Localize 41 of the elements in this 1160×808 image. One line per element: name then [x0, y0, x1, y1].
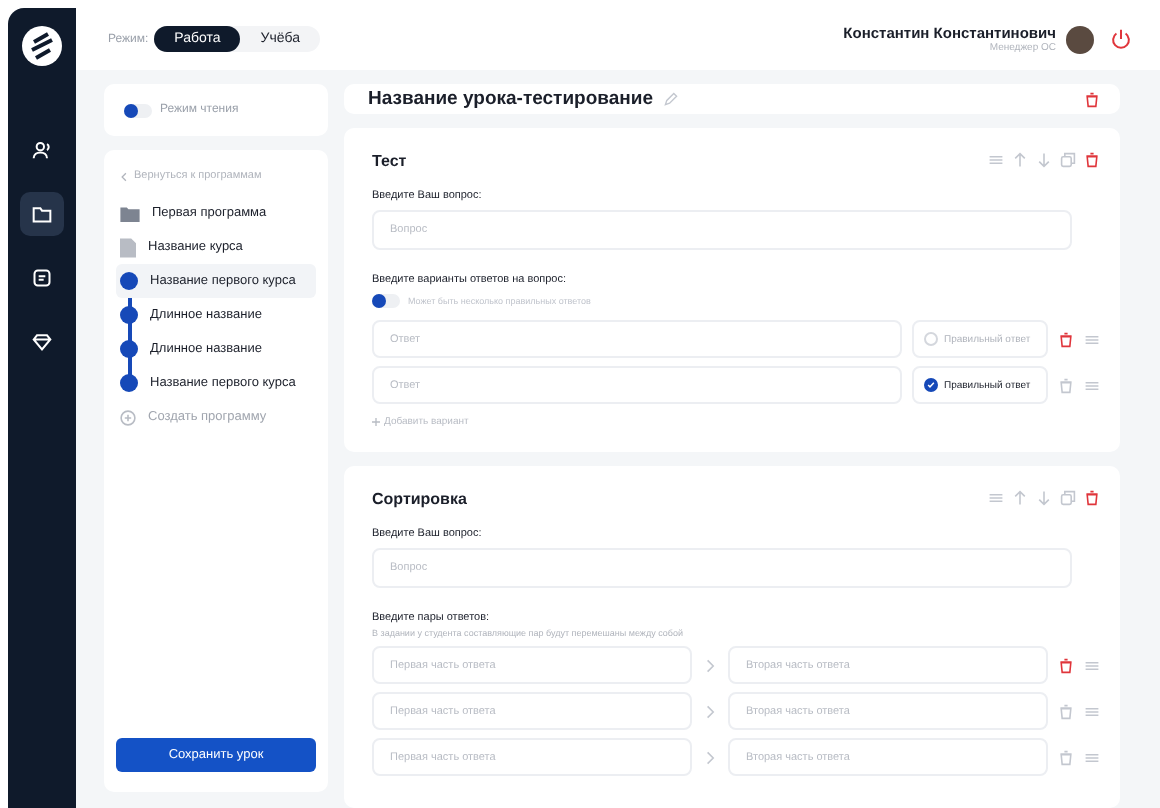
folder-icon	[32, 204, 52, 224]
trash-icon[interactable]	[1084, 152, 1100, 168]
folder-icon	[120, 205, 140, 221]
avatar[interactable]	[1066, 25, 1094, 53]
document-icon	[120, 237, 136, 257]
drag-handle-icon[interactable]	[1084, 377, 1100, 393]
power-icon[interactable]	[1110, 28, 1132, 50]
trash-icon[interactable]	[1058, 657, 1074, 673]
chevron-right-icon	[702, 703, 718, 719]
chevron-right-icon	[702, 657, 718, 673]
drag-handle-icon[interactable]	[988, 152, 1004, 168]
arrow-down-icon[interactable]	[1036, 490, 1052, 506]
copy-icon[interactable]	[1060, 152, 1076, 168]
block-title: Тест	[372, 151, 407, 169]
drag-handle-icon[interactable]	[1084, 749, 1100, 765]
pencil-icon[interactable]	[663, 92, 677, 106]
arrow-down-icon[interactable]	[1036, 152, 1052, 168]
chevron-left-icon	[120, 171, 128, 181]
drag-handle-icon[interactable]	[988, 490, 1004, 506]
toggle-switch[interactable]	[124, 103, 152, 117]
copy-icon[interactable]	[1060, 490, 1076, 506]
plus-icon	[120, 409, 136, 425]
logo-icon	[20, 24, 64, 68]
plus-icon	[372, 418, 380, 426]
chevron-right-icon	[702, 749, 718, 765]
sidebar-item[interactable]	[20, 192, 64, 236]
arrow-up-icon[interactable]	[1012, 152, 1028, 168]
lesson-title: Название урока-тестирование	[368, 88, 653, 110]
diamond-icon	[32, 332, 52, 352]
arrow-up-icon[interactable]	[1012, 490, 1028, 506]
trash-icon[interactable]	[1084, 490, 1100, 506]
notes-icon	[32, 268, 52, 288]
users-icon	[32, 140, 52, 160]
drag-handle-icon[interactable]	[1084, 657, 1100, 673]
drag-handle-icon[interactable]	[1084, 331, 1100, 347]
block-title: Сортировка	[372, 489, 467, 507]
check-icon	[926, 380, 936, 390]
toggle-switch[interactable]	[372, 294, 400, 308]
trash-icon[interactable]	[1084, 91, 1100, 107]
drag-handle-icon[interactable]	[1084, 703, 1100, 719]
trash-icon[interactable]	[1058, 331, 1074, 347]
